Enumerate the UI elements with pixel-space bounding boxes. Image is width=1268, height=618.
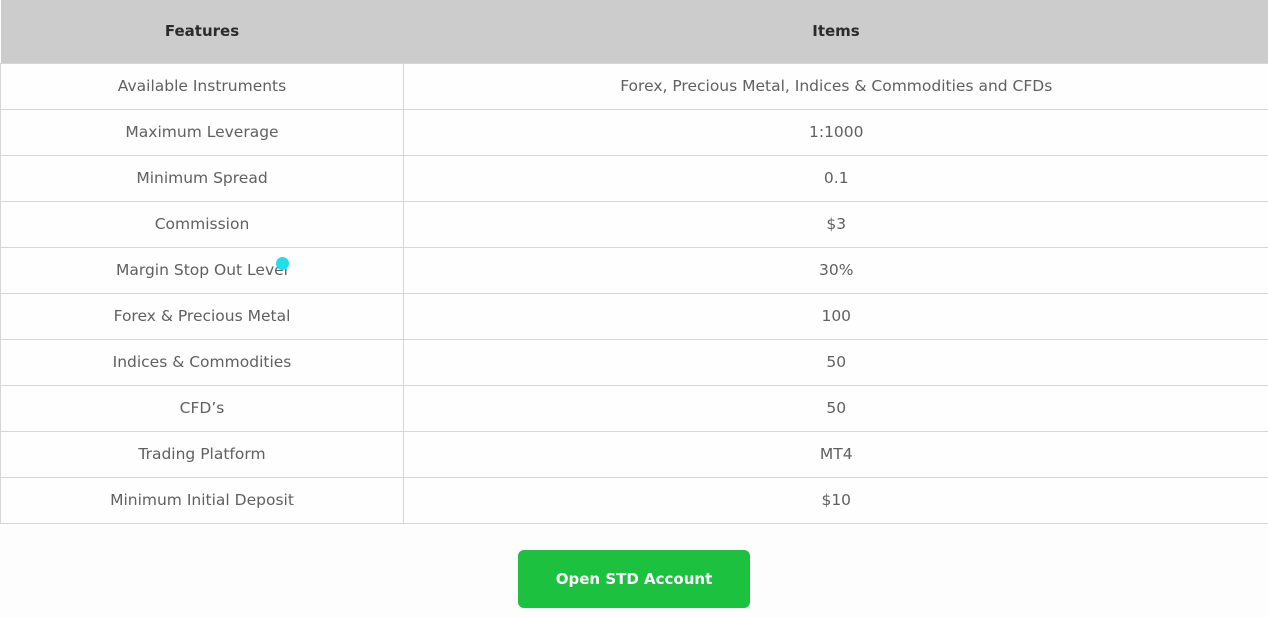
table-header-row: Features Items [0, 0, 1268, 63]
table-row: Minimum Spread 0.1 [0, 154, 1268, 202]
feature-cell: Margin Stop Out Level [0, 246, 404, 294]
item-cell: 0.1 [403, 154, 1268, 202]
table-row: Margin Stop Out Level 30% [0, 246, 1268, 294]
open-std-account-button[interactable]: Open STD Account [518, 550, 750, 608]
table-row: Commission $3 [0, 200, 1268, 248]
table-row: Forex & Precious Metal 100 [0, 292, 1268, 340]
features-column-header: Features [164, 22, 240, 41]
account-features-table: Features Items Available Instruments For… [0, 0, 1268, 524]
items-column-header: Items [812, 22, 860, 41]
item-cell: 50 [403, 338, 1268, 386]
feature-cell: Trading Platform [0, 430, 404, 478]
item-cell: 30% [403, 246, 1268, 294]
feature-cell: Available Instruments [0, 62, 404, 110]
feature-cell: Minimum Initial Deposit [0, 476, 404, 524]
feature-cell: Forex & Precious Metal [0, 292, 404, 340]
item-cell: $3 [403, 200, 1268, 248]
feature-cell: Commission [0, 200, 404, 248]
table-row: Available Instruments Forex, Precious Me… [0, 62, 1268, 110]
table-row: Indices & Commodities 50 [0, 338, 1268, 386]
feature-cell: Indices & Commodities [0, 338, 404, 386]
feature-cell: Maximum Leverage [0, 108, 404, 156]
table-row: Maximum Leverage 1:1000 [0, 108, 1268, 156]
feature-cell: Minimum Spread [0, 154, 404, 202]
item-cell: 1:1000 [403, 108, 1268, 156]
feature-cell: CFD’s [0, 384, 404, 432]
item-cell: Forex, Precious Metal, Indices & Commodi… [403, 62, 1268, 110]
table-row: Trading Platform MT4 [0, 430, 1268, 478]
item-cell: 50 [403, 384, 1268, 432]
item-cell: 100 [403, 292, 1268, 340]
item-cell: MT4 [403, 430, 1268, 478]
table-row: CFD’s 50 [0, 384, 1268, 432]
page: Features Items Available Instruments For… [0, 0, 1268, 618]
item-cell: $10 [403, 476, 1268, 524]
table-row: Minimum Initial Deposit $10 [0, 476, 1268, 524]
mouse-cursor-indicator [276, 257, 289, 270]
